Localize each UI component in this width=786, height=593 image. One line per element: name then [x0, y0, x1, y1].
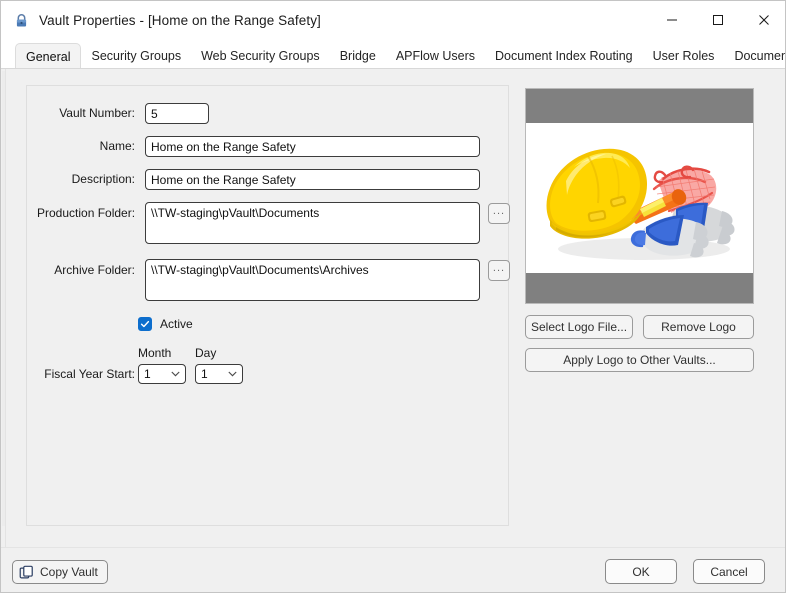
tab-security-groups[interactable]: Security Groups — [81, 43, 191, 69]
select-logo-file-button[interactable]: Select Logo File... — [525, 315, 633, 339]
tab-general[interactable]: General — [15, 43, 82, 69]
fiscal-month-value: 1 — [144, 367, 151, 381]
vault-properties-dialog: Vault Properties - [Home on the Range Sa… — [0, 0, 786, 593]
window-title: Vault Properties - [Home on the Range Sa… — [39, 12, 321, 28]
fiscal-day-value: 1 — [201, 367, 208, 381]
title-bar: Vault Properties - [Home on the Range Sa… — [1, 1, 785, 39]
fiscal-month-select[interactable]: 1 — [138, 364, 186, 384]
active-checkbox-row: Active — [138, 317, 193, 331]
tab-document-publishing[interactable]: Document Publishing — [724, 43, 785, 69]
copy-vault-label: Copy Vault — [40, 565, 98, 579]
production-folder-browse-button[interactable]: ... — [488, 203, 510, 224]
minimize-icon[interactable] — [649, 1, 695, 39]
archive-folder-input[interactable] — [145, 259, 480, 301]
tab-bridge[interactable]: Bridge — [330, 43, 386, 69]
apply-logo-to-other-vaults-button[interactable]: Apply Logo to Other Vaults... — [525, 348, 754, 372]
dialog-footer: Copy Vault OK Cancel — [1, 547, 785, 592]
vault-number-input[interactable] — [145, 103, 209, 124]
copy-icon — [19, 565, 34, 580]
tab-bar: General Security Groups Web Security Gro… — [1, 39, 785, 69]
chevron-down-icon — [171, 371, 180, 377]
window-controls — [649, 1, 785, 39]
archive-folder-label: Archive Folder: — [54, 263, 135, 277]
vault-number-label: Vault Number: — [59, 106, 135, 120]
logo-preview-frame — [525, 88, 754, 304]
active-label: Active — [160, 317, 193, 331]
active-checkbox[interactable] — [138, 317, 152, 331]
name-input[interactable] — [145, 136, 480, 157]
month-column-header: Month — [138, 346, 172, 360]
fiscal-day-select[interactable]: 1 — [195, 364, 243, 384]
description-row: Description: — [37, 169, 480, 190]
description-input[interactable] — [145, 169, 480, 190]
chevron-down-icon — [228, 371, 237, 377]
logo-image — [526, 123, 753, 273]
lock-icon — [13, 12, 29, 28]
cancel-button[interactable]: Cancel — [693, 559, 765, 584]
close-icon[interactable] — [741, 1, 785, 39]
name-label: Name: — [99, 139, 135, 153]
production-folder-row: Production Folder: ... — [37, 202, 510, 244]
vault-number-row: Vault Number: — [37, 103, 209, 124]
tab-user-roles[interactable]: User Roles — [643, 43, 725, 69]
fiscal-year-start-label: Fiscal Year Start: — [44, 367, 135, 381]
copy-vault-button[interactable]: Copy Vault — [12, 560, 108, 584]
ok-button[interactable]: OK — [605, 559, 677, 584]
archive-folder-row: Archive Folder: ... — [37, 259, 510, 301]
left-edge-scrollbar[interactable] — [1, 69, 6, 547]
maximize-icon[interactable] — [695, 1, 741, 39]
tab-apflow-users[interactable]: APFlow Users — [386, 43, 485, 69]
tab-web-security-groups[interactable]: Web Security Groups — [191, 43, 330, 69]
description-label: Description: — [71, 172, 135, 186]
name-row: Name: — [37, 136, 480, 157]
archive-folder-browse-button[interactable]: ... — [488, 260, 510, 281]
production-folder-label: Production Folder: — [37, 206, 136, 220]
production-folder-input[interactable] — [145, 202, 480, 244]
general-tab-panel: Vault Number: Name: Description: Product… — [1, 69, 785, 547]
tab-document-index-routing[interactable]: Document Index Routing — [485, 43, 643, 69]
remove-logo-button[interactable]: Remove Logo — [643, 315, 754, 339]
day-column-header: Day — [195, 346, 217, 360]
